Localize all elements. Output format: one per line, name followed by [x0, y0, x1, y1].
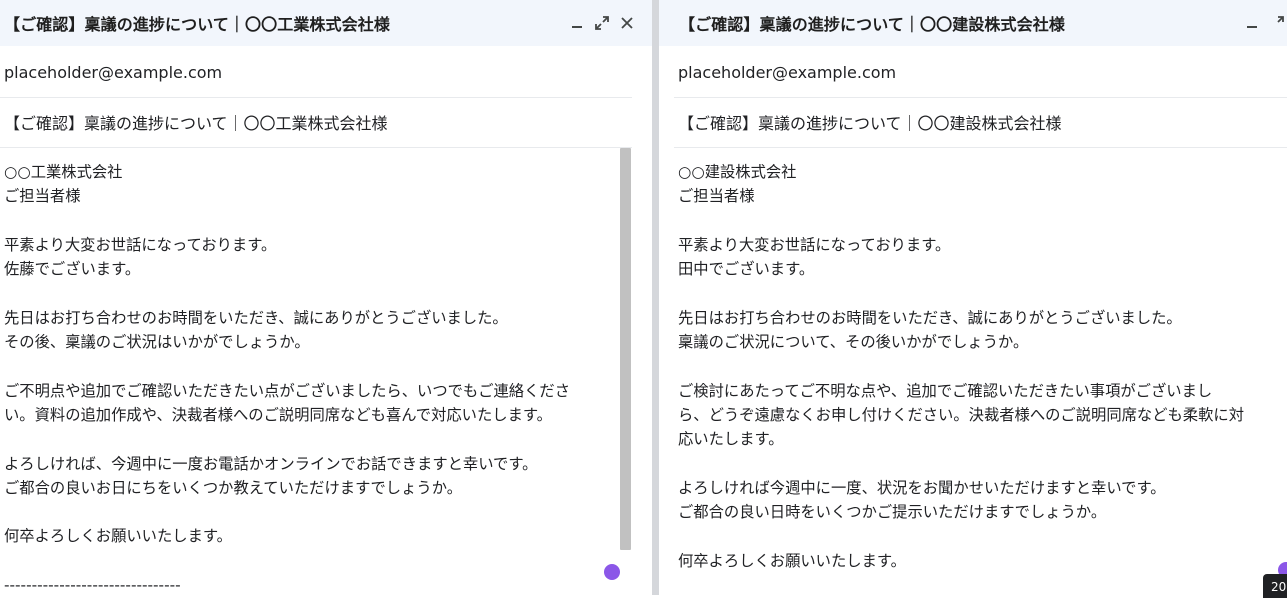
signature-separator: --------------------------------: [4, 576, 181, 595]
compose-title-bar[interactable]: 【ご確認】稟議の進捗について｜〇〇建設株式会社様: [659, 0, 1287, 46]
body-blank-line: [4, 427, 616, 451]
message-body[interactable]: ○○建設株式会社 ご担当者様 平素より大変お世話になっております。 田中でござい…: [678, 160, 1287, 573]
body-blank-line: [678, 281, 1287, 305]
body-blank-line: [678, 452, 1287, 476]
body-line: よろしければ今週中に一度、状況をお聞かせいただけますと幸いです。: [678, 478, 1166, 497]
body-line: ご担当者様: [678, 187, 755, 206]
body-line: 田中でございます。: [678, 260, 815, 279]
assistant-dot-icon[interactable]: [604, 564, 620, 580]
expand-icon[interactable]: [1266, 12, 1287, 34]
scrollbar-thumb[interactable]: [620, 148, 631, 550]
subject-field[interactable]: 【ご確認】稟議の進捗について｜〇〇建設株式会社様: [674, 97, 1287, 148]
body-line: ご担当者様: [4, 187, 81, 206]
minimize-icon[interactable]: [1241, 12, 1263, 34]
compose-window-left: 【ご確認】稟議の進捗について｜〇〇工業株式会社様 placeholder@exa…: [0, 0, 652, 595]
body-line: い。資料の追加作成や、決裁者様へのご説明同席なども喜んで対応いたします。: [4, 405, 552, 424]
body-line: 佐藤でございます。: [4, 260, 141, 279]
body-line: 平素より大変お世話になっております。: [4, 235, 277, 254]
body-blank-line: [678, 209, 1287, 233]
compose-window-title: 【ご確認】稟議の進捗について｜〇〇建設株式会社様: [679, 15, 1065, 34]
body-line: ら、どうぞ遠慮なくお申し付けください。決裁者様へのご説明同席なども柔軟に対: [678, 405, 1244, 424]
compose-window-right: 【ご確認】稟議の進捗について｜〇〇建設株式会社様 placeholder@exa…: [659, 0, 1287, 595]
subject-text: 【ご確認】稟議の進捗について｜〇〇工業株式会社様: [4, 114, 388, 133]
body-line: 稟議のご状況について、その後いかがでしょうか。: [678, 333, 1029, 352]
recipients-field[interactable]: placeholder@example.com: [674, 47, 1287, 98]
body-line: 何卒よろしくお願いいたします。: [678, 551, 906, 570]
body-line: 先日はお打ち合わせのお時間をいただき、誠にありがとうございました。: [4, 308, 508, 327]
body-line: 平素より大変お世話になっております。: [678, 235, 951, 254]
expand-icon[interactable]: [591, 12, 613, 34]
body-line: その後、稟議のご状況はいかがでしょうか。: [4, 333, 310, 352]
body-line: ○○建設株式会社: [678, 163, 797, 181]
compose-title-bar[interactable]: 【ご確認】稟議の進捗について｜〇〇工業株式会社様: [0, 0, 652, 46]
body-blank-line: [4, 500, 616, 524]
body-line: ご都合の良い日時をいくつかご提示いただけますでしょうか。: [678, 503, 1107, 522]
minimize-icon[interactable]: [566, 12, 588, 34]
body-line: ご不明点や追加でご確認いただきたい点がございましたら、いつでもご連絡くださ: [4, 381, 570, 400]
message-body[interactable]: ○○工業株式会社 ご担当者様 平素より大変お世話になっております。 佐藤でござい…: [4, 160, 616, 595]
close-icon[interactable]: [616, 12, 638, 34]
body-blank-line: [4, 281, 616, 305]
body-line: 何卒よろしくお願いいたします。: [4, 527, 232, 546]
window-divider: [652, 0, 659, 595]
body-blank-line: [678, 354, 1287, 378]
body-blank-line: [678, 524, 1287, 548]
body-blank-line: [4, 549, 616, 573]
recipient-address: placeholder@example.com: [4, 62, 223, 82]
body-line: ご都合の良いお日にちをいくつか教えていただけますでしょうか。: [4, 478, 462, 497]
body-line: ご検討にあたってご不明な点や、追加でご確認いただきたい事項がございまし: [678, 381, 1213, 400]
body-line: よろしければ、今週中に一度お電話かオンラインでお話できますと幸いです。: [4, 454, 538, 473]
body-blank-line: [4, 354, 616, 378]
body-line: 先日はお打ち合わせのお時間をいただき、誠にありがとうございました。: [678, 308, 1182, 327]
subject-text: 【ご確認】稟議の進捗について｜〇〇建設株式会社様: [678, 114, 1062, 133]
recipients-field[interactable]: placeholder@example.com: [0, 47, 632, 98]
timestamp-badge: 20: [1263, 574, 1287, 598]
body-line: ○○工業株式会社: [4, 163, 123, 181]
compose-window-title: 【ご確認】稟議の進捗について｜〇〇工業株式会社様: [4, 15, 390, 34]
recipient-address: placeholder@example.com: [678, 62, 897, 82]
body-line: 応いたします。: [678, 430, 784, 449]
subject-field[interactable]: 【ご確認】稟議の進捗について｜〇〇工業株式会社様: [0, 97, 632, 148]
body-blank-line: [4, 209, 616, 233]
